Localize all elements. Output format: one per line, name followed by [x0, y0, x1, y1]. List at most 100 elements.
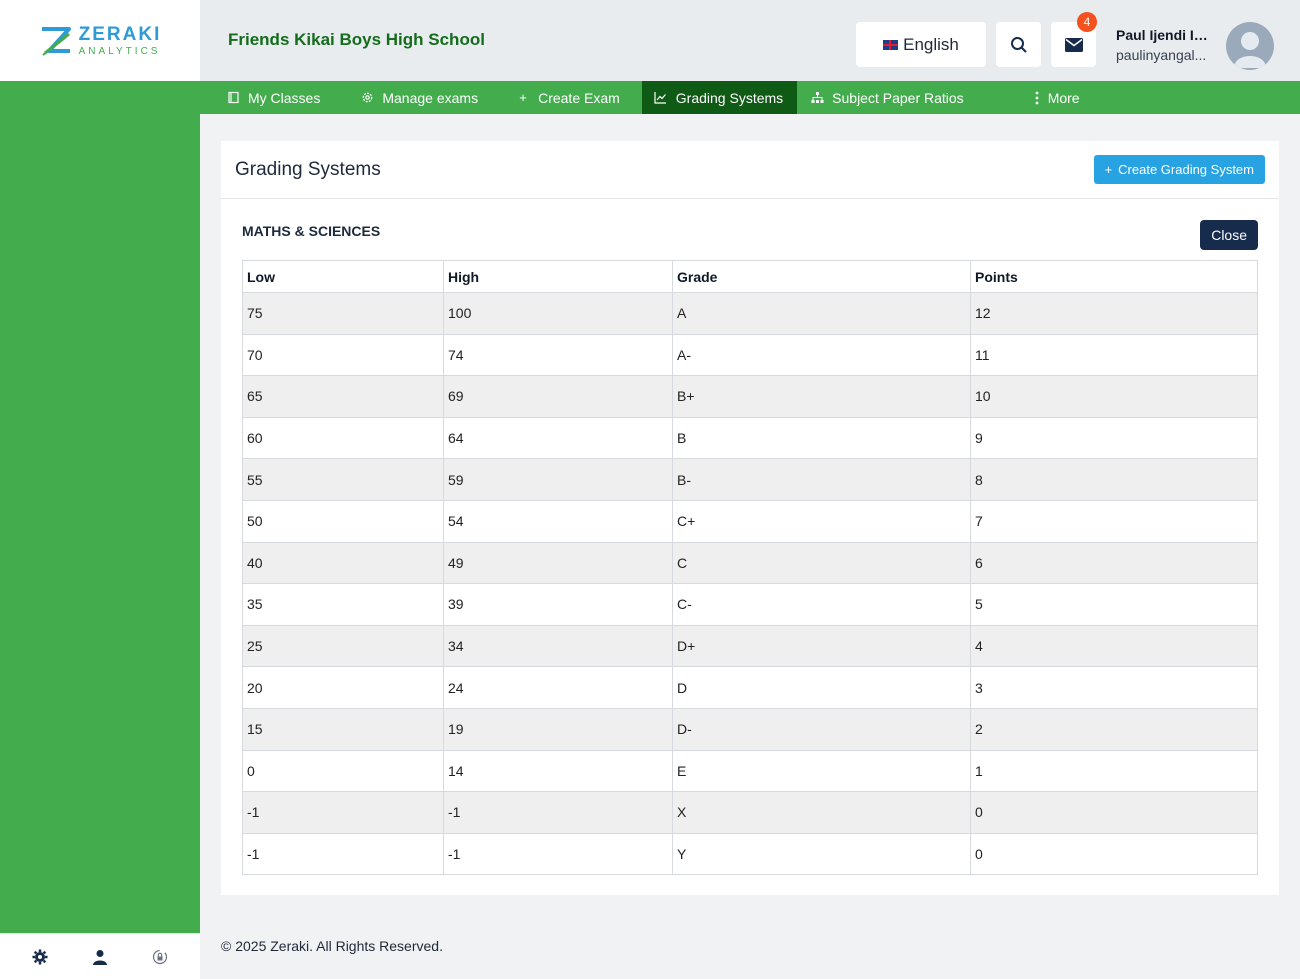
search-button[interactable]: [996, 22, 1041, 67]
grading-table-body: 75 100 A 12 70 74 A- 11 65 69 B+ 10 60 64 B 9 55 59 B- 8 50 5…: [242, 292, 1258, 876]
cell-high: 64: [443, 416, 673, 460]
sidebar-footer: [0, 933, 200, 979]
column-header-points: Points: [970, 260, 1258, 293]
close-button[interactable]: Close: [1200, 220, 1258, 250]
top-header: Friends Kikai Boys High School English 4…: [200, 0, 1300, 81]
grading-system-name: MATHS & SCIENCES: [242, 223, 381, 239]
table-row: 40 49 C 6: [242, 541, 1258, 585]
messages-button[interactable]: 4: [1051, 12, 1097, 67]
lock-rotate-icon[interactable]: [150, 947, 170, 967]
cell-points: 6: [970, 541, 1258, 585]
table-row: -1 -1 Y 0: [242, 832, 1258, 876]
cell-low: -1: [242, 791, 444, 834]
cell-points: 0: [970, 791, 1258, 834]
cell-grade: B-: [672, 458, 971, 501]
cell-low: -1: [242, 832, 444, 876]
grading-table: Low High Grade Points 75 100 A 12 70 74 A- 11 65…: [242, 260, 1258, 876]
cell-high: -1: [443, 832, 673, 876]
cell-high: -1: [443, 791, 673, 834]
page-title: Grading Systems: [235, 159, 381, 180]
cell-grade: D: [672, 666, 971, 709]
settings-gear-icon[interactable]: [30, 947, 50, 967]
nav-grading-systems[interactable]: Grading Systems: [641, 81, 798, 114]
nav-label: Manage exams: [382, 89, 479, 106]
table-row: 75 100 A 12: [242, 292, 1258, 335]
language-selector[interactable]: English: [856, 22, 986, 67]
table-row: 50 54 C+ 7: [242, 499, 1258, 543]
user-info[interactable]: Paul Ijendi Iny... paulinyangal...: [1116, 27, 1216, 63]
cell-low: 35: [242, 583, 444, 626]
copyright-footer: © 2025 Zeraki. All Rights Reserved.: [221, 938, 443, 954]
brand-sub: ANALYTICS: [78, 45, 161, 57]
cell-low: 40: [242, 541, 444, 585]
cell-low: 75: [242, 292, 444, 335]
cell-grade: A: [672, 292, 971, 335]
user-email: paulinyangal...: [1116, 47, 1207, 63]
cell-points: 3: [970, 666, 1258, 709]
table-row: 20 24 D 3: [242, 666, 1258, 709]
cell-low: 20: [242, 666, 444, 709]
cell-points: 4: [970, 624, 1258, 668]
nav-label: Create Exam: [538, 89, 620, 106]
cell-points: 5: [970, 583, 1258, 626]
cell-grade: C+: [672, 499, 971, 543]
table-row: 0 14 E 1: [242, 749, 1258, 793]
notification-badge: 4: [1077, 12, 1097, 32]
cell-high: 54: [443, 499, 673, 543]
nav-manage-exams[interactable]: Manage exams: [340, 81, 502, 114]
cell-points: 1: [970, 749, 1258, 793]
cell-points: 8: [970, 458, 1258, 501]
table-row: 55 59 B- 8: [242, 458, 1258, 501]
main-nav: My Classes Manage exams + Create Exam Gr…: [200, 81, 1300, 114]
cell-high: 34: [443, 624, 673, 668]
avatar[interactable]: [1226, 22, 1274, 70]
cell-grade: B+: [672, 375, 971, 418]
search-icon: [1010, 36, 1027, 53]
cell-low: 15: [242, 707, 444, 751]
cell-points: 10: [970, 375, 1258, 418]
chart-line-icon: [654, 91, 668, 105]
user-avatar-icon: [1234, 32, 1266, 68]
cell-points: 12: [970, 292, 1258, 335]
cell-low: 25: [242, 624, 444, 668]
table-row: 60 64 B 9: [242, 416, 1258, 460]
sidebar: ZERAKI ANALYTICS: [0, 0, 200, 979]
nav-create-exam[interactable]: + Create Exam: [502, 81, 642, 114]
cell-points: 11: [970, 333, 1258, 377]
cell-low: 0: [242, 749, 444, 793]
column-header-grade: Grade: [672, 260, 971, 293]
cell-high: 24: [443, 666, 673, 709]
nav-my-classes[interactable]: My Classes: [200, 81, 340, 114]
cell-low: 55: [242, 458, 444, 501]
cell-points: 9: [970, 416, 1258, 460]
user-profile-icon[interactable]: [90, 947, 110, 967]
nav-subject-paper-ratios[interactable]: Subject Paper Ratios: [797, 81, 1024, 114]
cell-low: 70: [242, 333, 444, 377]
table-row: 65 69 B+ 10: [242, 375, 1258, 418]
cell-grade: E: [672, 749, 971, 793]
cell-low: 60: [242, 416, 444, 460]
envelope-icon: [1064, 37, 1083, 52]
cell-grade: A-: [672, 333, 971, 377]
nav-more[interactable]: More: [1024, 81, 1094, 114]
cell-low: 65: [242, 375, 444, 418]
user-name: Paul Ijendi Iny...: [1116, 27, 1216, 43]
plus-icon: +: [519, 90, 527, 105]
school-name: Friends Kikai Boys High School: [228, 30, 485, 49]
cell-grade: B: [672, 416, 971, 460]
table-row: 15 19 D- 2: [242, 707, 1258, 751]
table-row: -1 -1 X 0: [242, 791, 1258, 834]
cell-high: 39: [443, 583, 673, 626]
cell-points: 2: [970, 707, 1258, 751]
uk-flag-icon: [883, 39, 899, 50]
nav-label: My Classes: [248, 89, 321, 106]
card-header: Grading Systems + Create Grading System: [221, 141, 1279, 199]
cell-high: 69: [443, 375, 673, 418]
create-grading-system-button[interactable]: + Create Grading System: [1093, 155, 1265, 184]
table-header-row: Low High Grade Points: [242, 260, 1258, 293]
cell-low: 50: [242, 499, 444, 543]
column-header-low: Low: [242, 260, 444, 293]
cell-high: 19: [443, 707, 673, 751]
create-button-label: Create Grading System: [1118, 162, 1254, 177]
logo[interactable]: ZERAKI ANALYTICS: [0, 0, 200, 81]
